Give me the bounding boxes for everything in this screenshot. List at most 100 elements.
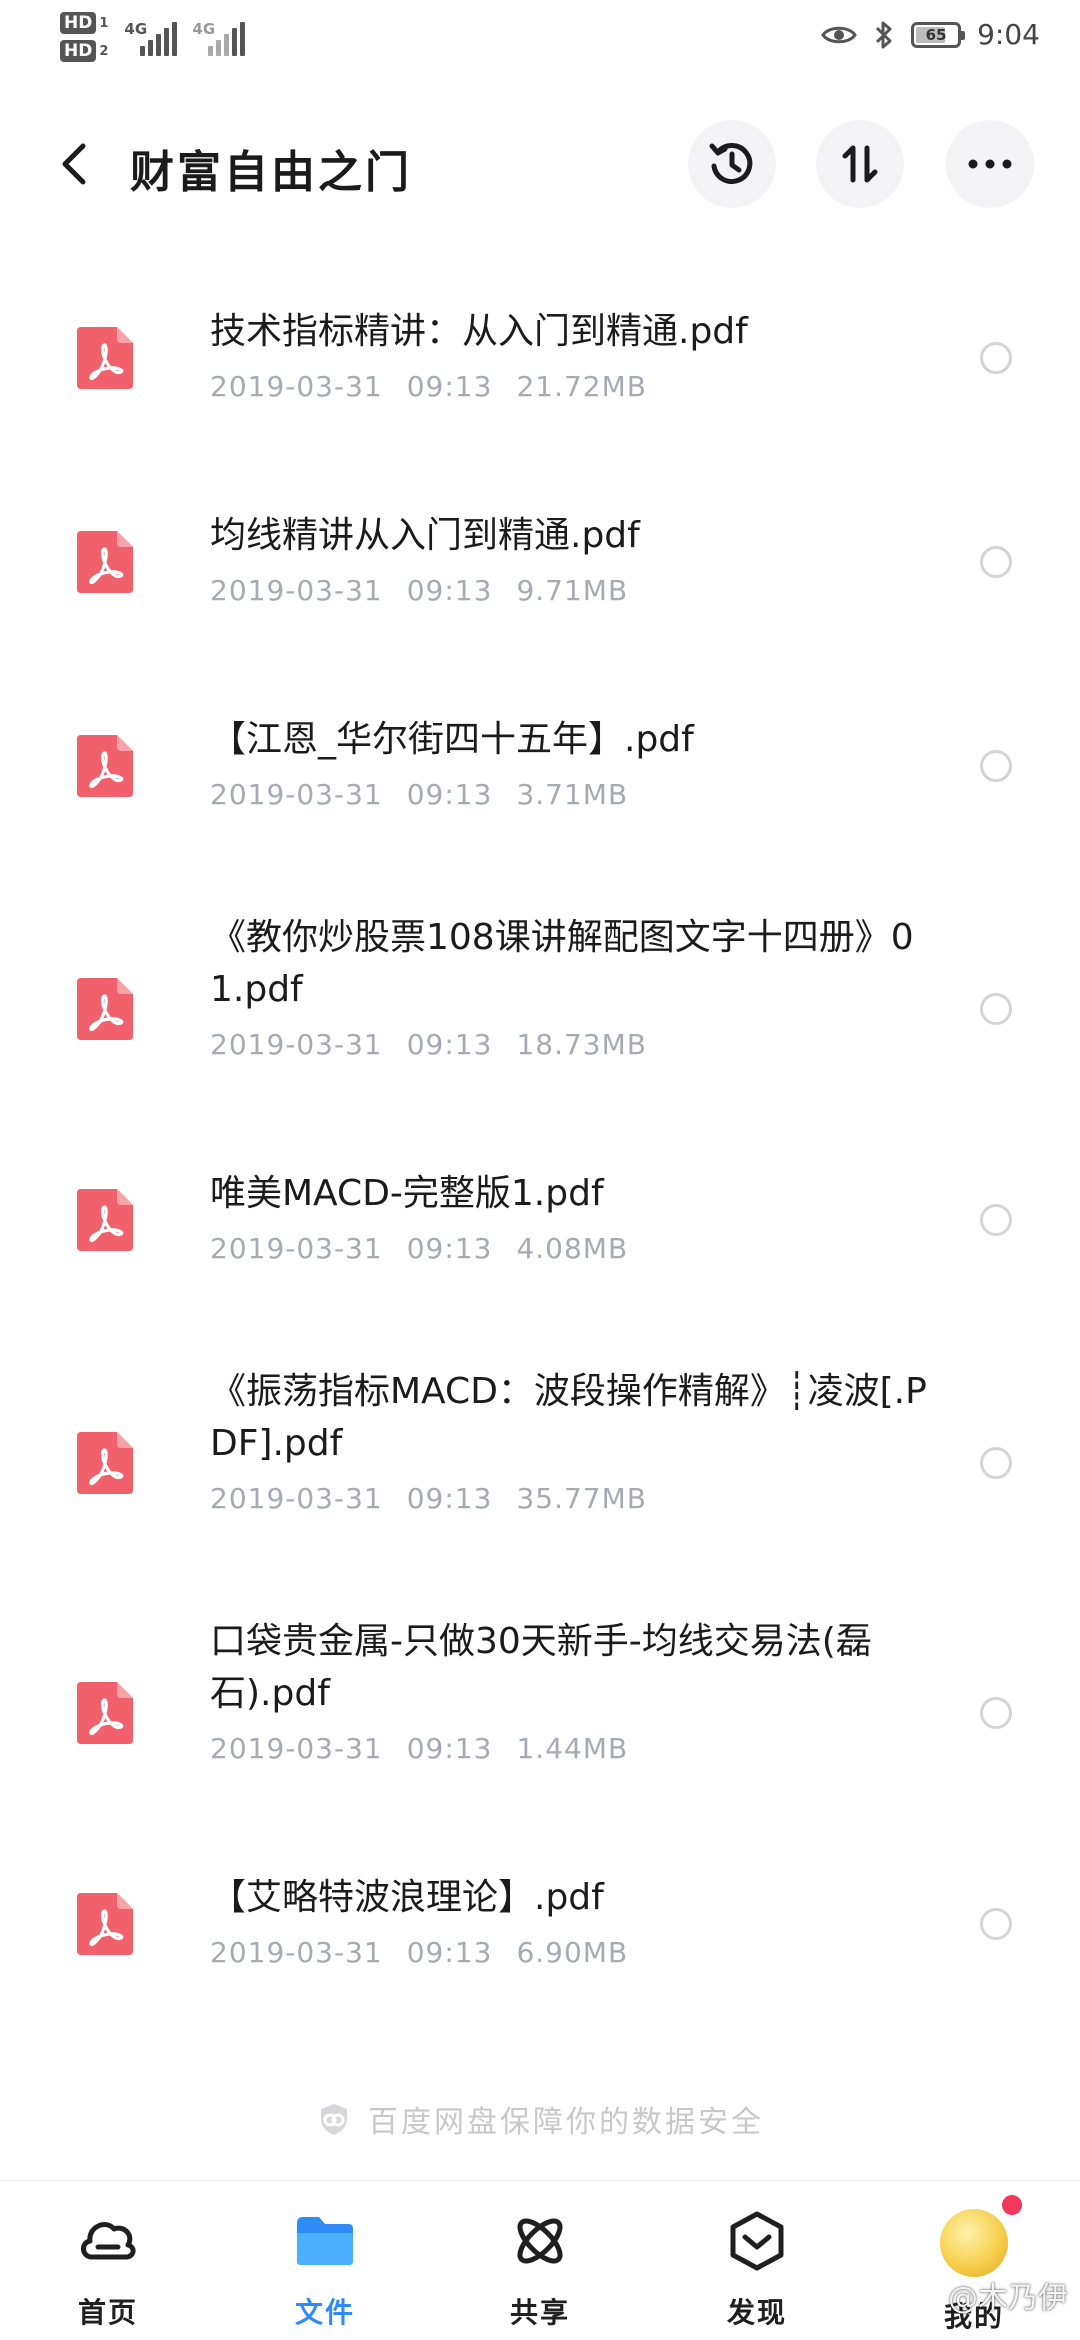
file-size: 4.08MB — [516, 1232, 629, 1265]
sort-button[interactable] — [816, 120, 904, 208]
file-list-item[interactable]: 【艾略特波浪理论】.pdf 2019-03-31 09:13 6.90MB — [0, 1826, 1080, 2012]
file-meta: 2019-03-31 09:13 35.77MB — [210, 1482, 930, 1515]
file-date: 2019-03-31 — [210, 778, 383, 811]
select-checkbox[interactable] — [980, 993, 1012, 1025]
page-title: 财富自由之门 — [130, 147, 412, 198]
file-text-block: 《振荡指标MACD：波段操作精解》┊凌波[.PDF].pdf 2019-03-31… — [210, 1366, 930, 1515]
tab-files[interactable]: 文件 — [245, 2209, 405, 2340]
file-text-block: 【江恩_华尔街四十五年】.pdf 2019-03-31 09:13 3.71MB — [210, 714, 930, 811]
battery-icon: 65 — [911, 21, 966, 48]
eye-icon — [821, 26, 857, 43]
file-name: 【艾略特波浪理论】.pdf — [210, 1877, 604, 1918]
file-time: 09:13 — [406, 1732, 493, 1765]
status-bar: HD 1 HD 2 4G 4G 65 9:04 — [0, 0, 1080, 80]
file-size: 35.77MB — [516, 1482, 647, 1515]
tab-files-label: 文件 — [294, 2296, 355, 2329]
file-text-block: 唯美MACD-完整版1.pdf 2019-03-31 09:13 4.08MB — [210, 1168, 930, 1265]
folder-icon — [293, 2209, 357, 2273]
hd-badge-2: HD 2 — [60, 40, 108, 62]
pdf-file-icon — [77, 327, 133, 389]
file-list-item[interactable]: 《教你炒股票108课讲解配图文字十四册》01.pdf 2019-03-31 09:1… — [0, 872, 1080, 1098]
file-name: 口袋贵金属-只做30天新手-均线交易法(磊石).pdf — [210, 1621, 872, 1714]
file-meta: 2019-03-31 09:13 18.73MB — [210, 1028, 930, 1061]
security-note: 百度网盘保障你的数据安全 — [0, 2094, 1080, 2144]
file-meta: 2019-03-31 09:13 1.44MB — [210, 1732, 930, 1765]
file-meta: 2019-03-31 09:13 4.08MB — [210, 1232, 930, 1265]
file-meta: 2019-03-31 09:13 21.72MB — [210, 370, 930, 403]
file-size: 3.71MB — [516, 778, 629, 811]
tab-discover[interactable]: 发现 — [677, 2209, 837, 2340]
tab-home-label: 首页 — [77, 2296, 138, 2329]
screen: HD 1 HD 2 4G 4G 65 9:04 财富自由之门 技术指标精讲：从入… — [0, 0, 1080, 2340]
pdf-file-icon — [77, 1189, 133, 1251]
select-checkbox[interactable] — [980, 750, 1012, 782]
file-list-item[interactable]: 均线精讲从入门到精通.pdf 2019-03-31 09:13 9.71MB — [0, 464, 1080, 650]
share-icon — [508, 2209, 572, 2273]
history-icon — [709, 143, 753, 184]
header: 财富自由之门 — [0, 112, 1080, 216]
file-text-block: 均线精讲从入门到精通.pdf 2019-03-31 09:13 9.71MB — [210, 510, 930, 607]
file-meta: 2019-03-31 09:13 9.71MB — [210, 574, 930, 607]
status-left: HD 1 HD 2 4G 4G — [60, 12, 246, 62]
back-arrow-icon — [62, 143, 86, 185]
pdf-file-icon — [77, 735, 133, 797]
security-note-text: 百度网盘保障你的数据安全 — [368, 2105, 764, 2140]
clock: 9:04 — [977, 18, 1040, 51]
select-checkbox[interactable] — [980, 546, 1012, 578]
file-name: 技术指标精讲：从入门到精通.pdf — [210, 311, 748, 352]
file-list-item[interactable]: 《振荡指标MACD：波段操作精解》┊凌波[.PDF].pdf 2019-03-31… — [0, 1326, 1080, 1552]
tab-share[interactable]: 共享 — [460, 2209, 620, 2340]
notification-dot — [1002, 2195, 1022, 2215]
status-right: 65 9:04 — [821, 18, 1040, 51]
file-date: 2019-03-31 — [210, 574, 383, 607]
file-time: 09:13 — [406, 370, 493, 403]
file-name: 唯美MACD-完整版1.pdf — [210, 1173, 604, 1214]
file-date: 2019-03-31 — [210, 1936, 383, 1969]
file-time: 09:13 — [406, 1028, 493, 1061]
file-list-item[interactable]: 口袋贵金属-只做30天新手-均线交易法(磊石).pdf 2019-03-31 09:… — [0, 1576, 1080, 1802]
select-checkbox[interactable] — [980, 342, 1012, 374]
tab-home[interactable]: 首页 — [28, 2209, 188, 2340]
signal-icon-sim1: 4G — [122, 12, 178, 56]
select-checkbox[interactable] — [980, 1204, 1012, 1236]
file-list-item[interactable]: 【江恩_华尔街四十五年】.pdf 2019-03-31 09:13 3.71MB — [0, 668, 1080, 854]
back-button[interactable] — [44, 134, 104, 194]
file-text-block: 【艾略特波浪理论】.pdf 2019-03-31 09:13 6.90MB — [210, 1872, 930, 1969]
file-date: 2019-03-31 — [210, 1028, 383, 1061]
file-name: 《教你炒股票108课讲解配图文字十四册》01.pdf — [210, 917, 914, 1010]
history-button[interactable] — [688, 120, 776, 208]
file-list-item[interactable]: 唯美MACD-完整版1.pdf 2019-03-31 09:13 4.08MB — [0, 1122, 1080, 1308]
file-time: 09:13 — [406, 1936, 493, 1969]
file-time: 09:13 — [406, 574, 493, 607]
file-size: 21.72MB — [516, 370, 647, 403]
baidu-cloud-icon — [321, 2104, 347, 2135]
bottom-nav: 首页 文件 共享 发现 我的 @木乃伊 — [0, 2180, 1080, 2340]
select-checkbox[interactable] — [980, 1908, 1012, 1940]
select-checkbox[interactable] — [980, 1447, 1012, 1479]
hd-indicators: HD 1 HD 2 — [60, 12, 108, 62]
file-size: 1.44MB — [516, 1732, 629, 1765]
file-time: 09:13 — [406, 1482, 493, 1515]
select-checkbox[interactable] — [980, 1697, 1012, 1729]
file-meta: 2019-03-31 09:13 6.90MB — [210, 1936, 930, 1969]
file-list-item[interactable]: 技术指标精讲：从入门到精通.pdf 2019-03-31 09:13 21.72MB — [0, 260, 1080, 446]
pdf-file-icon — [77, 1432, 133, 1494]
file-size: 9.71MB — [516, 574, 629, 607]
file-date: 2019-03-31 — [210, 1732, 383, 1765]
more-button[interactable] — [946, 120, 1034, 208]
file-date: 2019-03-31 — [210, 1482, 383, 1515]
more-icon — [968, 159, 1012, 169]
file-date: 2019-03-31 — [210, 1232, 383, 1265]
file-date: 2019-03-31 — [210, 370, 383, 403]
signal-icon-sim2: 4G — [190, 12, 246, 56]
watermark: @木乃伊 — [948, 2281, 1068, 2316]
file-text-block: 技术指标精讲：从入门到精通.pdf 2019-03-31 09:13 21.72MB — [210, 306, 930, 403]
file-name: 《振荡指标MACD：波段操作精解》┊凌波[.PDF].pdf — [210, 1371, 927, 1464]
discover-icon — [725, 2209, 789, 2273]
avatar — [940, 2195, 1022, 2277]
file-text-block: 《教你炒股票108课讲解配图文字十四册》01.pdf 2019-03-31 09:1… — [210, 912, 930, 1061]
tab-share-label: 共享 — [509, 2296, 570, 2329]
pdf-file-icon — [77, 531, 133, 593]
file-time: 09:13 — [406, 1232, 493, 1265]
file-size: 18.73MB — [516, 1028, 647, 1061]
